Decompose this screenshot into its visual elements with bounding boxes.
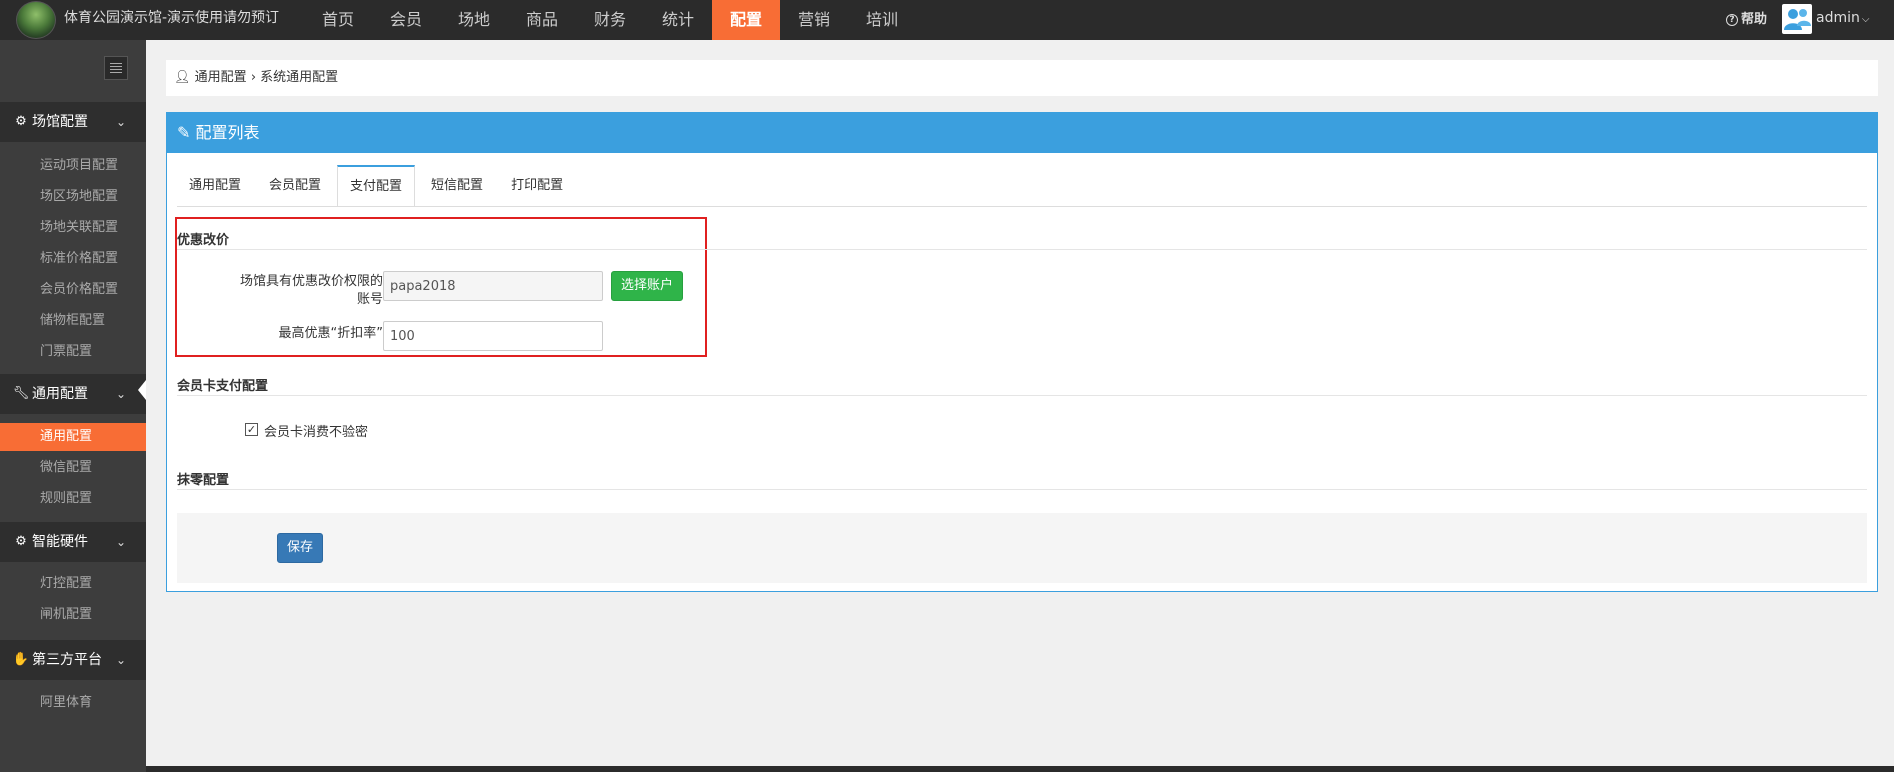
sidebar-item-standard-price[interactable]: 标准价格配置 [0,245,146,273]
label-line: 账号 [356,292,383,307]
tab-print[interactable]: 打印配置 [499,165,575,207]
bottom-edge-bar [146,766,1894,772]
form-actions: 保存 [177,513,1867,583]
sidebar-item-areas[interactable]: 场区场地配置 [0,183,146,211]
main-nav: 首页 会员 场地 商品 财务 统计 配置 营销 培训 [304,0,916,40]
wrench-icon: 🔧︎ [12,386,30,401]
menu-bar-icon [110,69,122,70]
user-avatar[interactable] [1782,4,1812,34]
sidebar-group-label: 智能硬件 [32,534,88,550]
sidebar-group-general-config[interactable]: 🔧︎ 通用配置 ⌄ [0,374,146,414]
label-line: 场馆具有优惠改价权限的 [239,274,383,289]
tab-sms[interactable]: 短信配置 [419,165,495,207]
breadcrumb-separator: › [250,70,257,85]
chevron-down-icon: ⌄ [116,653,127,667]
sidebar-item-gates[interactable]: 闸机配置 [0,601,146,629]
panel-header: ✎ 配置列表 [167,113,1877,153]
account-permission-label: 场馆具有优惠改价权限的 账号 [183,273,383,309]
sidebar-item-lockers[interactable]: 储物柜配置 [0,307,146,335]
nav-item-config[interactable]: 配置 [712,0,780,40]
section-divider [177,489,1867,490]
users-icon [1784,9,1811,30]
config-tabs: 通用配置 会员配置 支付配置 短信配置 打印配置 [177,165,579,207]
section-title-discount: 优惠改价 [177,233,230,248]
chevron-down-icon: ⌄ [116,535,127,549]
handshake-icon: ✋ [12,652,30,667]
sidebar-item-tickets[interactable]: 门票配置 [0,338,146,366]
chevron-down-icon: ⌵ [1861,14,1870,25]
sidebar-item-member-price[interactable]: 会员价格配置 [0,276,146,304]
breadcrumb-root[interactable]: 通用配置 [195,70,247,85]
nav-item-marketing[interactable]: 营销 [780,0,848,40]
nav-item-statistics[interactable]: 统计 [644,0,712,40]
max-discount-input[interactable] [383,321,603,351]
section-divider [177,395,1867,396]
user-menu[interactable]: admin ⌵ [1816,0,1869,36]
nav-item-products[interactable]: 商品 [508,0,576,40]
nav-item-training[interactable]: 培训 [848,0,916,40]
nav-item-finance[interactable]: 财务 [576,0,644,40]
user-name: admin [1816,10,1860,26]
section-title-member-card: 会员卡支付配置 [177,379,269,394]
chevron-down-icon: ⌄ [116,387,127,401]
sidebar-item-lights[interactable]: 灯控配置 [0,570,146,598]
sidebar-group-label: 第三方平台 [32,652,102,668]
no-password-label: 会员卡消费不验密 [264,425,369,440]
sidebar-group-label: 场馆配置 [32,114,88,130]
help-label: 帮助 [1741,12,1768,27]
venue-logo[interactable] [16,1,56,39]
sidebar-item-general[interactable]: 通用配置 [0,423,146,451]
edit-icon: ✎ [177,123,191,142]
save-button[interactable]: 保存 [277,533,324,563]
sidebar-item-wechat[interactable]: 微信配置 [0,454,146,482]
sidebar-toggle-button[interactable] [104,56,128,80]
active-group-pointer [138,380,146,400]
nav-item-members[interactable]: 会员 [372,0,440,40]
brand-title: 体育公园演示馆-演示使用请勿预订 [64,10,280,26]
max-discount-label: 最高优惠“折扣率” [278,326,383,341]
help-link[interactable]: ? 帮助 [1726,0,1767,40]
menu-bar-icon [110,66,122,67]
tab-general[interactable]: 通用配置 [177,165,253,207]
user-icon: 👤︎ [174,70,191,85]
sidebar-group-label: 通用配置 [32,386,88,402]
gear-icon: ⚙ [15,534,27,549]
nav-item-venues[interactable]: 场地 [440,0,508,40]
cogs-icon: ⚙ [15,114,27,129]
chevron-down-icon: ⌄ [116,115,127,129]
select-account-button[interactable]: 选择账户 [611,271,684,301]
question-circle-icon: ? [1726,14,1738,26]
panel-title: 配置列表 [195,123,260,142]
config-panel: ✎ 配置列表 通用配置 会员配置 支付配置 短信配置 打印配置 优惠改价 场馆具… [166,112,1878,592]
tabs-divider [177,206,1867,207]
sidebar-item-sport-items[interactable]: 运动项目配置 [0,152,146,180]
menu-bar-icon [110,63,122,64]
tab-payment[interactable]: 支付配置 [337,165,416,207]
section-title-rounding: 抹零配置 [177,473,230,488]
sidebar-group-third-party[interactable]: ✋ 第三方平台 ⌄ [0,640,146,680]
top-navbar: 体育公园演示馆-演示使用请勿预订 首页 会员 场地 商品 财务 统计 配置 营销… [0,0,1894,40]
menu-bar-icon [110,72,122,73]
section-divider [177,249,1867,250]
sidebar-group-smart-hardware[interactable]: ⚙ 智能硬件 ⌄ [0,522,146,562]
account-input[interactable] [383,271,603,301]
sidebar-item-ali-sports[interactable]: 阿里体育 [0,689,146,717]
breadcrumb-current: 系统通用配置 [260,70,339,85]
sidebar-item-rules[interactable]: 规则配置 [0,485,146,513]
breadcrumb: 👤︎ 通用配置 › 系统通用配置 [166,60,1878,96]
no-password-checkbox[interactable]: ✓ [245,423,258,436]
nav-item-home[interactable]: 首页 [304,0,372,40]
tab-member[interactable]: 会员配置 [257,165,333,207]
sidebar-item-venue-link[interactable]: 场地关联配置 [0,214,146,242]
sidebar: ⚙ 场馆配置 ⌄ 运动项目配置 场区场地配置 场地关联配置 标准价格配置 会员价… [0,40,146,772]
sidebar-group-venue-config[interactable]: ⚙ 场馆配置 ⌄ [0,102,146,142]
